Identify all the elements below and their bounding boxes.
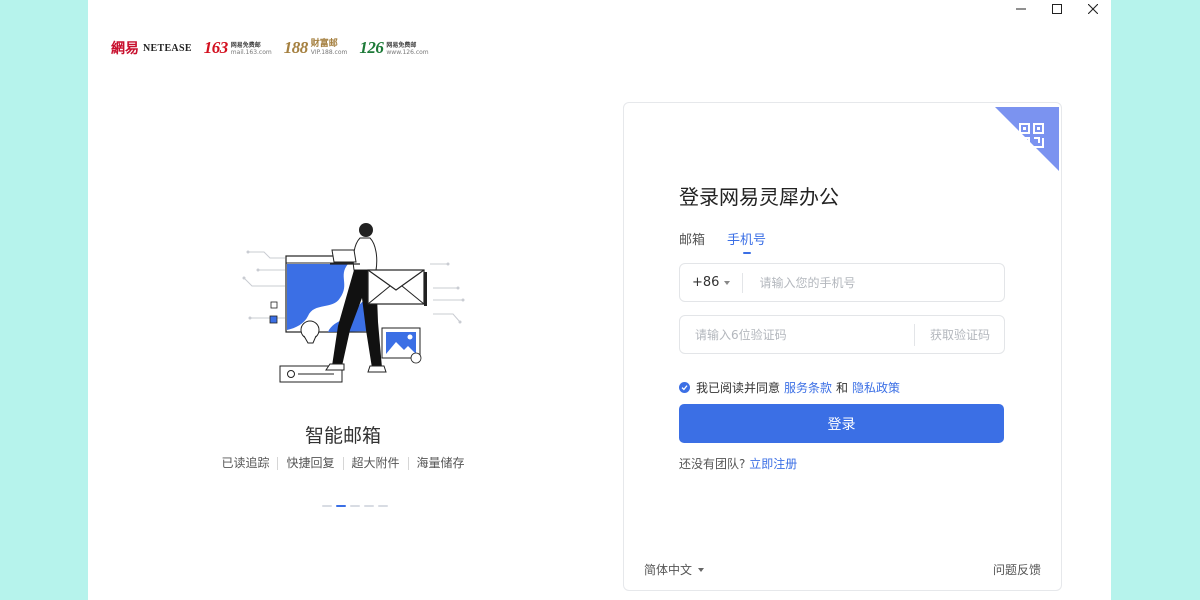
carousel-indicators [322, 505, 388, 507]
tab-phone[interactable]: 手机号 [727, 229, 766, 254]
qr-login-toggle[interactable] [995, 107, 1059, 171]
verification-code-field: 获取验证码 [679, 315, 1005, 354]
login-title: 登录网易灵犀办公 [679, 185, 839, 209]
logo-126-line1: 网易免费邮 [386, 42, 417, 49]
logo-188-number: 188 [283, 38, 309, 57]
carousel-dot[interactable] [322, 505, 332, 507]
promo-title: 智能邮箱 [304, 425, 381, 447]
carousel-dot-active[interactable] [336, 505, 346, 507]
logo-163-number: 163 [203, 38, 229, 57]
tab-email[interactable]: 邮箱 [679, 229, 705, 254]
netease-logo: 網易 NETEASE [111, 38, 192, 58]
minimize-icon [1016, 8, 1026, 10]
privacy-link[interactable]: 隐私政策 [852, 379, 900, 396]
chevron-down-icon [724, 280, 731, 285]
carousel-dot[interactable] [364, 505, 374, 507]
maximize-button[interactable] [1039, 0, 1075, 18]
verification-code-input[interactable] [693, 318, 912, 351]
agreement-row: 我已阅读并同意 服务条款 和 隐私政策 [679, 379, 900, 396]
agreement-text: 我已阅读并同意 [696, 381, 781, 395]
feature-large-attachment: 超大附件 [342, 457, 408, 470]
close-button[interactable] [1075, 0, 1111, 18]
netease-logo-en: NETEASE [143, 42, 192, 54]
mail-163-logo: 163 网易免费邮 mail.163.com [204, 39, 272, 57]
netease-logo-cn: 網易 [111, 41, 139, 57]
agreement-checkbox[interactable] [679, 382, 690, 393]
logo-188-line2: VIP.188.com [310, 49, 348, 56]
phone-input[interactable] [757, 266, 992, 299]
feature-quick-reply: 快捷回复 [277, 457, 342, 470]
terms-link[interactable]: 服务条款 [784, 379, 832, 396]
carousel-dot[interactable] [378, 505, 388, 507]
country-code-value: +86 [692, 275, 720, 290]
language-select[interactable]: 简体中文 [644, 561, 705, 578]
logo-188-line1: 财富邮 [310, 39, 338, 49]
country-code-select[interactable]: +86 [680, 272, 744, 293]
promo-features: 已读追踪 快捷回复 超大附件 海量储存 [88, 457, 598, 470]
register-row: 还没有团队? 立即注册 [679, 455, 797, 472]
smart-mailbox-illustration [242, 223, 465, 383]
brand-logos: 網易 NETEASE 163 网易免费邮 mail.163.com 188 财富邮… [111, 38, 429, 58]
logo-126-line2: www.126.com [386, 49, 429, 56]
app-window: 網易 NETEASE 163 网易免费邮 mail.163.com 188 财富邮… [88, 0, 1111, 600]
carousel-dot[interactable] [350, 505, 360, 507]
feature-massive-storage: 海量储存 [407, 457, 473, 470]
logo-126-number: 126 [359, 38, 384, 57]
close-icon [1088, 4, 1098, 14]
window-controls [1003, 0, 1111, 18]
phone-field: +86 [679, 263, 1005, 302]
login-card: 登录网易灵犀办公 邮箱 手机号 +86 获取验证码 我已阅读并同意 服务条款 和… [623, 102, 1062, 591]
login-button[interactable]: 登录 [679, 404, 1004, 443]
logo-163-line2: mail.163.com [230, 49, 272, 56]
login-tabs: 邮箱 手机号 [679, 229, 766, 254]
mail-126-logo: 126 网易免费邮 www.126.com [359, 39, 428, 57]
feedback-link[interactable]: 问题反馈 [993, 561, 1041, 578]
no-team-text: 还没有团队? [679, 457, 746, 471]
mail-188-logo: 188 财富邮 VIP.188.com [284, 39, 348, 57]
agreement-and: 和 [836, 381, 849, 395]
feature-read-tracking: 已读追踪 [221, 456, 270, 470]
language-value: 简体中文 [644, 563, 693, 577]
maximize-icon [1052, 4, 1062, 14]
chevron-down-icon [698, 567, 705, 572]
check-icon [681, 385, 688, 391]
register-link[interactable]: 立即注册 [749, 457, 797, 471]
logo-163-line1: 网易免费邮 [230, 42, 261, 49]
get-code-button[interactable]: 获取验证码 [913, 323, 1004, 346]
minimize-button[interactable] [1003, 0, 1039, 18]
